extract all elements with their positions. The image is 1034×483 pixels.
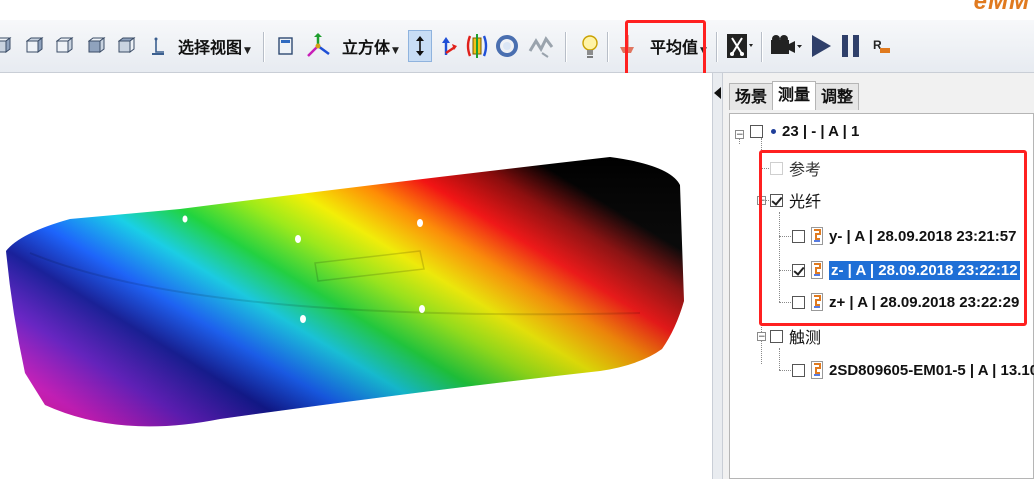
view-back-icon[interactable] (24, 30, 46, 62)
brand-logo: eMM (973, 0, 1030, 15)
3d-viewport[interactable] (0, 73, 712, 479)
light-bulb-icon[interactable] (578, 30, 602, 62)
view-left-icon[interactable] (54, 30, 76, 62)
tab-adjust[interactable]: 调整 (815, 83, 860, 110)
view-top-icon[interactable] (116, 30, 138, 62)
panel-icon[interactable] (276, 30, 296, 62)
separator (716, 32, 718, 62)
title-strip: eMM (0, 0, 1034, 20)
zoom-icon[interactable] (494, 30, 522, 62)
view-iso-icon[interactable] (148, 30, 168, 62)
arrow-flip-icon[interactable] (437, 30, 461, 62)
separator (761, 32, 763, 62)
collapse-tactile-toggle[interactable]: − (757, 332, 766, 342)
cube-view-dropdown[interactable]: 立方体 ▼ (342, 34, 399, 58)
tab-scene[interactable]: 场景 (729, 83, 774, 110)
panel-splitter[interactable] (712, 73, 723, 479)
play-icon[interactable] (808, 30, 834, 62)
view-front-icon[interactable] (0, 30, 12, 62)
chevron-down-icon: ▼ (244, 46, 251, 56)
camera-icon[interactable] (769, 30, 803, 62)
tab-measurement[interactable]: 测量 (772, 81, 817, 110)
tactile-checkbox[interactable] (770, 329, 783, 343)
chevron-down-icon: ▼ (392, 46, 399, 56)
scissors-icon[interactable] (725, 30, 755, 62)
view-select-dropdown[interactable]: 选择视图 ▼ (178, 34, 251, 58)
view-right-icon[interactable] (86, 30, 108, 62)
colored-part-model (6, 157, 684, 427)
tree-line (779, 370, 791, 371)
arrow-vertical-icon[interactable] (408, 30, 432, 62)
root-checkbox[interactable] (750, 124, 763, 138)
rotate-axis-icon[interactable] (464, 30, 490, 62)
separator (565, 32, 567, 62)
tree-item-tactile[interactable]: 触测 (770, 323, 821, 349)
separator (607, 32, 609, 62)
highlight-box (759, 150, 1027, 326)
panel-tabs: 场景 测量 调整 (729, 81, 860, 111)
axes-icon[interactable] (304, 30, 332, 62)
root-label: 23 | - | A | 1 (782, 122, 860, 140)
separator (263, 32, 265, 62)
tree-root-item[interactable]: 23 | - | A | 1 (750, 118, 859, 144)
pause-icon[interactable] (838, 30, 864, 62)
tactile-label: 触测 (789, 328, 822, 347)
main-toolbar: 选择视图 ▼ 立方体 ▼ 平均值 ▼ R (0, 20, 1034, 73)
record-icon[interactable]: R (869, 30, 893, 62)
tactile-measurement-checkbox[interactable] (792, 363, 805, 377)
tree-line (779, 348, 780, 370)
bullet-icon (771, 128, 776, 134)
tactile-measurement-label: 2SD809605-EM01-5 | A | 13.10 (829, 361, 1034, 379)
measurement-file-icon (811, 361, 823, 379)
collapse-arrow-icon[interactable] (714, 87, 721, 99)
graph-icon[interactable] (528, 30, 554, 62)
cube-view-label: 立方体 (342, 38, 391, 57)
collapse-root-toggle[interactable]: − (735, 130, 744, 140)
view-select-label: 选择视图 (178, 38, 243, 57)
tactile-measurement-row[interactable]: 2SD809605-EM01-5 | A | 13.10 (792, 357, 1034, 383)
